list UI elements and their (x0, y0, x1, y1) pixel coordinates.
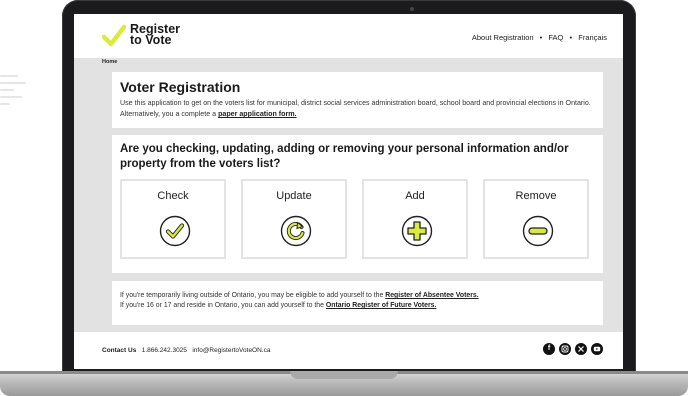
logo-check-icon (102, 24, 126, 47)
minus-icon (522, 215, 554, 247)
nav-francais[interactable]: Français (578, 33, 607, 42)
question-title: Are you checking, updating, adding or re… (120, 143, 569, 170)
paper-application-link[interactable]: paper application form. (218, 110, 296, 118)
option-update-button[interactable]: Update (241, 179, 347, 259)
contact-email[interactable]: info@RegistertoVoteON.ca (192, 347, 270, 354)
page-title: Voter Registration (120, 79, 241, 95)
option-check-button[interactable]: Check (120, 179, 226, 259)
nav-separator: • (539, 33, 543, 42)
blurred-side-text (0, 70, 30, 130)
intro-card: Voter Registration Use this application … (112, 72, 603, 128)
refresh-icon (280, 215, 312, 247)
laptop-opening-notch (290, 371, 398, 379)
x-icon[interactable] (575, 343, 587, 355)
option-add-button[interactable]: Add (362, 179, 468, 259)
nav-faq[interactable]: FAQ (548, 33, 563, 42)
top-nav: About Registration • FAQ • Français (468, 33, 607, 42)
info-card: If you're temporarily living outside of … (112, 281, 603, 325)
logo-line2: to Vote (130, 33, 172, 47)
plus-icon (401, 215, 433, 247)
nav-separator: • (569, 33, 573, 42)
intro-body: Use this application to get on the voter… (120, 99, 591, 118)
options-card: Are you checking, updating, adding or re… (112, 135, 603, 273)
contact-info: Contact Us 1.866.242.3025 info@Registert… (102, 347, 270, 354)
instagram-icon[interactable] (559, 343, 571, 355)
absentee-text: If you're temporarily living outside of … (120, 292, 386, 299)
future-voters-link[interactable]: Ontario Register of Future Voters. (326, 302, 437, 309)
option-label: Add (405, 190, 425, 202)
laptop-screen: Register to Vote About Registration • FA… (74, 14, 623, 369)
option-remove-button[interactable]: Remove (483, 179, 589, 259)
contact-us-label[interactable]: Contact Us (102, 347, 136, 354)
site-header: Register to Vote About Registration • FA… (74, 14, 623, 58)
intro-text: Use this application to get on the voter… (120, 98, 596, 120)
nav-about-registration[interactable]: About Registration (472, 33, 534, 42)
option-label: Remove (515, 190, 557, 202)
breadcrumb[interactable]: Home (102, 59, 117, 65)
future-voters-text: If you're 16 or 17 and reside in Ontario… (120, 302, 326, 309)
info-text: If you're temporarily living outside of … (120, 291, 600, 311)
absentee-voters-link[interactable]: Register of Absentee Voters. (385, 292, 478, 299)
contact-phone[interactable]: 1.866.242.3025 (142, 347, 187, 354)
option-label: Check (157, 190, 189, 202)
facebook-icon[interactable]: f (543, 343, 555, 355)
site-footer: Contact Us 1.866.242.3025 info@Registert… (74, 332, 623, 369)
check-icon (159, 215, 191, 247)
youtube-icon[interactable] (591, 343, 603, 355)
camera-dot (410, 7, 414, 11)
logo-text[interactable]: Register to Vote (130, 23, 180, 47)
option-label: Update (276, 190, 312, 202)
